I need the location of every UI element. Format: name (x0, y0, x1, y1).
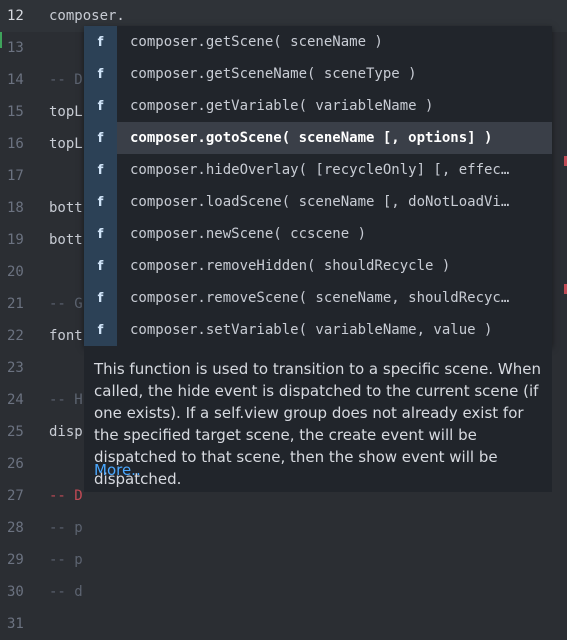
autocomplete-item[interactable]: f composer.getVariable( variableName ) (84, 90, 552, 122)
function-icon-glyph: f (97, 290, 104, 306)
autocomplete-item[interactable]: f composer.removeHidden( shouldRecycle ) (84, 250, 552, 282)
line-text: topL (49, 136, 83, 152)
autocomplete-item[interactable]: f composer.gotoScene( sceneName [, option… (84, 122, 552, 154)
line-text: -- D (49, 488, 83, 504)
autocomplete-item-label: composer.newScene( ccscene ) (130, 226, 367, 242)
autocomplete-item-label: composer.removeHidden( shouldRecycle ) (130, 258, 451, 274)
function-icon-glyph: f (97, 194, 104, 210)
function-icon-glyph: f (97, 66, 104, 82)
line-number: 21 (7, 296, 24, 312)
line-number: 16 (7, 136, 24, 152)
line-text: -- d (49, 584, 83, 600)
line-number: 14 (7, 72, 24, 88)
autocomplete-item[interactable]: f composer.newScene( ccscene ) (84, 218, 552, 250)
function-icon: f (84, 186, 117, 218)
doc-description: This function is used to transition to a… (94, 360, 541, 488)
modified-line-marker (0, 32, 2, 48)
autocomplete-item-label: composer.loadScene( sceneName [, doNotLo… (130, 194, 510, 210)
autocomplete-item-label: composer.getVariable( variableName ) (130, 98, 434, 114)
function-icon-glyph: f (97, 34, 104, 50)
function-icon-glyph: f (97, 322, 104, 338)
function-icon: f (84, 26, 117, 58)
line-number: 27 (7, 488, 24, 504)
code-line[interactable]: 28 -- p (0, 512, 567, 544)
function-icon-glyph: f (97, 162, 104, 178)
doc-more-link[interactable]: More.. (94, 461, 141, 479)
autocomplete-item-label: composer.hideOverlay( [recycleOnly] [, e… (130, 162, 510, 178)
autocomplete-item-label: composer.removeScene( sceneName, shouldR… (130, 290, 510, 306)
line-text: -- D (49, 72, 83, 88)
line-number: 24 (7, 392, 24, 408)
line-text: bott (49, 200, 83, 216)
autocomplete-item[interactable]: f composer.hideOverlay( [recycleOnly] [, … (84, 154, 552, 186)
function-icon: f (84, 250, 117, 282)
autocomplete-item-label: composer.gotoScene( sceneName [, options… (130, 130, 493, 146)
line-number: 23 (7, 360, 24, 376)
line-number: 15 (7, 104, 24, 120)
function-icon: f (84, 314, 117, 346)
line-number: 26 (7, 456, 24, 472)
function-icon: f (84, 58, 117, 90)
autocomplete-item-label: composer.getScene( sceneName ) (130, 34, 383, 50)
autocomplete-popup[interactable]: f composer.getScene( sceneName ) f composer… (84, 26, 552, 346)
line-number: 17 (7, 168, 24, 184)
line-text: -- p (49, 520, 83, 536)
line-number: 22 (7, 328, 24, 344)
autocomplete-item[interactable]: f composer.getSceneName( sceneType ) (84, 58, 552, 90)
line-text: topL (49, 104, 83, 120)
line-number: 18 (7, 200, 24, 216)
line-number: 12 (7, 8, 24, 24)
line-text: bott (49, 232, 83, 248)
code-line[interactable]: 29 -- p (0, 544, 567, 576)
line-text: -- p (49, 552, 83, 568)
line-number: 29 (7, 552, 24, 568)
documentation-pane: This function is used to transition to a… (84, 346, 552, 492)
autocomplete-item[interactable]: f composer.setVariable( variableName, val… (84, 314, 552, 346)
code-line[interactable]: 31 (0, 608, 567, 640)
line-text: disp (49, 424, 83, 440)
line-text: -- H (49, 392, 83, 408)
function-icon-glyph: f (97, 258, 104, 274)
code-line[interactable]: 30 -- d (0, 576, 567, 608)
line-number: 30 (7, 584, 24, 600)
function-icon-glyph: f (97, 226, 104, 242)
line-number: 20 (7, 264, 24, 280)
function-icon: f (84, 218, 117, 250)
line-text: font (49, 328, 83, 344)
function-icon: f (84, 154, 117, 186)
autocomplete-item-label: composer.getSceneName( sceneType ) (130, 66, 417, 82)
function-icon: f (84, 90, 117, 122)
line-text: -- G (49, 296, 83, 312)
autocomplete-item[interactable]: f composer.removeScene( sceneName, should… (84, 282, 552, 314)
autocomplete-item[interactable]: f composer.getScene( sceneName ) (84, 26, 552, 58)
autocomplete-item-label: composer.setVariable( variableName, valu… (130, 322, 493, 338)
line-number: 31 (7, 616, 24, 632)
autocomplete-item[interactable]: f composer.loadScene( sceneName [, doNotL… (84, 186, 552, 218)
function-icon-glyph: f (97, 98, 104, 114)
line-number: 19 (7, 232, 24, 248)
function-icon: f (84, 282, 117, 314)
line-number: 13 (7, 40, 24, 56)
function-icon: f (84, 122, 117, 154)
line-number: 28 (7, 520, 24, 536)
function-icon-glyph: f (97, 130, 104, 146)
line-number: 25 (7, 424, 24, 440)
